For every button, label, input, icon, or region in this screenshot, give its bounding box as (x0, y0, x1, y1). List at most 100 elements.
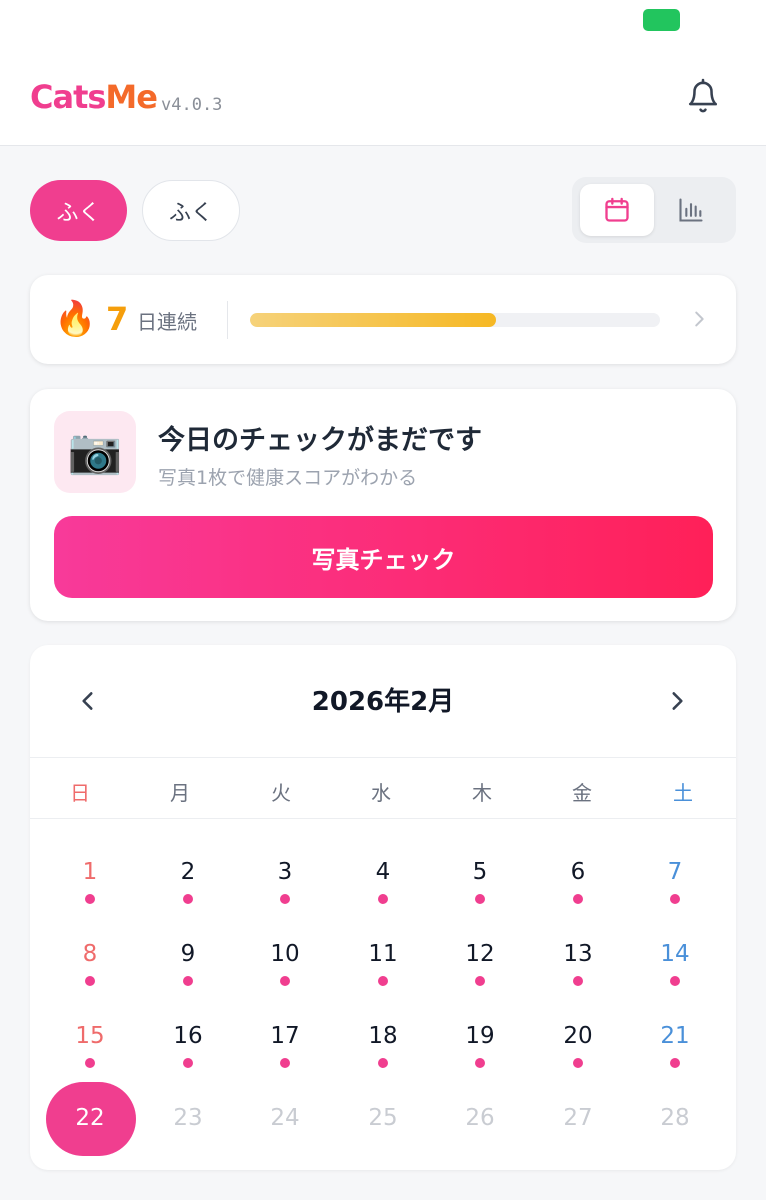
check-done-dot (183, 976, 193, 986)
calendar-card: 2026年2月 日 月 火 水 木 金 土 1 2 3 4 5 6 7 8 9 10 11 12 13 1… (30, 645, 736, 1170)
check-done-dot (670, 1058, 680, 1068)
calendar-day[interactable]: 19 (440, 1023, 520, 1095)
weekday-fri: 金 (572, 781, 592, 805)
calendar-day[interactable]: 18 (343, 1023, 423, 1095)
app-header: CatsMe v4.0.3 (0, 60, 766, 146)
calendar-month-label: 2026年2月 (311, 687, 455, 717)
check-done-dot (378, 1058, 388, 1068)
calendar-day-today[interactable]: 22 (50, 1105, 130, 1177)
calendar-day[interactable]: 2 (148, 859, 228, 931)
calendar-day[interactable]: 9 (148, 941, 228, 1013)
streak-progress-bar (250, 313, 660, 327)
calendar-day[interactable]: 24 (245, 1105, 325, 1177)
day-number: 15 (75, 1023, 105, 1049)
check-subtitle: 写真1枚で健康スコアがわかる (158, 467, 418, 489)
check-done-dot (85, 1058, 95, 1068)
day-number: 27 (563, 1105, 593, 1131)
streak-label: 日連続 (137, 310, 197, 334)
calendar-day[interactable]: 28 (635, 1105, 715, 1177)
check-done-dot (670, 976, 680, 986)
day-number: 2 (180, 859, 196, 885)
check-done-dot (183, 1058, 193, 1068)
check-done-dot (183, 894, 193, 904)
calendar-day[interactable]: 16 (148, 1023, 228, 1095)
status-bar (0, 0, 766, 60)
calendar-day[interactable]: 25 (343, 1105, 423, 1177)
calendar-day[interactable]: 7 (635, 859, 715, 931)
bell-icon (688, 78, 718, 113)
day-number: 4 (375, 859, 391, 885)
day-number: 7 (667, 859, 683, 885)
fire-icon: 🔥 (54, 299, 97, 339)
calendar-day[interactable]: 23 (148, 1105, 228, 1177)
calendar-day[interactable]: 17 (245, 1023, 325, 1095)
check-done-dot (378, 894, 388, 904)
calendar-view-button[interactable] (580, 184, 654, 236)
pet-tab-fuku-2[interactable]: ふく (142, 180, 240, 241)
check-done-dot (670, 894, 680, 904)
day-number: 24 (270, 1105, 300, 1131)
pet-tab-fuku-1[interactable]: ふく (30, 180, 127, 241)
day-number: 18 (368, 1023, 398, 1049)
calendar-day[interactable]: 12 (440, 941, 520, 1013)
check-done-dot (378, 976, 388, 986)
day-number: 12 (465, 941, 495, 967)
day-number: 23 (173, 1105, 203, 1131)
check-done-dot (475, 894, 485, 904)
check-done-dot (573, 1058, 583, 1068)
day-number: 14 (660, 941, 690, 967)
day-number: 9 (180, 941, 196, 967)
day-number: 26 (465, 1105, 495, 1131)
bar-chart-icon (679, 198, 703, 222)
streak-progress-fill (250, 313, 496, 327)
daily-check-card: 📷 今日のチェックがまだです 写真1枚で健康スコアがわかる 写真チェック (30, 389, 736, 621)
calendar-day[interactable]: 10 (245, 941, 325, 1013)
check-done-dot (85, 894, 95, 904)
app-version: v4.0.3 (161, 95, 223, 115)
check-done-dot (573, 894, 583, 904)
view-toggle (572, 177, 736, 243)
day-number: 6 (570, 859, 586, 885)
streak-card[interactable]: 🔥 7 日連続 (30, 275, 736, 364)
calendar-day[interactable]: 20 (538, 1023, 618, 1095)
calendar-day[interactable]: 6 (538, 859, 618, 931)
calendar-day[interactable]: 26 (440, 1105, 520, 1177)
day-number: 11 (368, 941, 398, 967)
calendar-day[interactable]: 13 (538, 941, 618, 1013)
calendar-day[interactable]: 3 (245, 859, 325, 931)
photo-check-button[interactable]: 写真チェック (54, 516, 713, 598)
calendar-day[interactable]: 4 (343, 859, 423, 931)
check-done-dot (475, 976, 485, 986)
check-done-dot (573, 976, 583, 986)
check-done-dot (475, 1058, 485, 1068)
streak-count: 7 (106, 300, 129, 338)
calendar-day[interactable]: 8 (50, 941, 130, 1013)
stats-view-button[interactable] (654, 184, 728, 236)
day-number: 5 (472, 859, 488, 885)
check-done-dot (85, 976, 95, 986)
calendar-day[interactable]: 1 (50, 859, 130, 931)
calendar-day[interactable]: 21 (635, 1023, 715, 1095)
check-title: 今日のチェックがまだです (158, 425, 482, 456)
weekday-tue: 火 (271, 781, 291, 805)
next-month-button[interactable] (657, 681, 697, 721)
day-number: 10 (270, 941, 300, 967)
weekday-mon: 月 (170, 781, 190, 805)
day-number: 16 (173, 1023, 203, 1049)
notification-bell-button[interactable] (684, 77, 722, 117)
chevron-right-icon (672, 692, 683, 710)
battery-icon (643, 9, 680, 31)
calendar-icon (605, 197, 629, 222)
chevron-right-icon (695, 311, 704, 327)
calendar-day[interactable]: 5 (440, 859, 520, 931)
logo-text-me: Me (105, 78, 158, 116)
calendar-day[interactable]: 11 (343, 941, 423, 1013)
check-done-dot (280, 1058, 290, 1068)
weekday-sat: 土 (673, 781, 693, 805)
camera-tile: 📷 (54, 411, 136, 493)
calendar-header: 2026年2月 (30, 645, 736, 758)
calendar-day[interactable]: 27 (538, 1105, 618, 1177)
day-number: 19 (465, 1023, 495, 1049)
calendar-day[interactable]: 14 (635, 941, 715, 1013)
day-number: 3 (277, 859, 293, 885)
